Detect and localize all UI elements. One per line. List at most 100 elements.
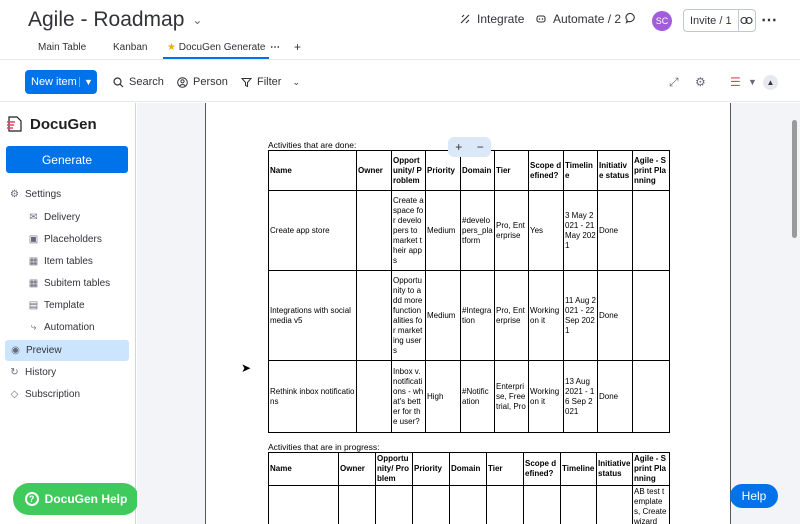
person-label: Person — [193, 76, 228, 88]
board-toolbar: New item ▼ Search Person Filter ⌄ ⤢ ⚙ ☰ … — [0, 62, 800, 102]
header-cell: Domain — [449, 452, 487, 486]
chat-bubble-icon — [625, 12, 635, 24]
table-cell: Enterprise, Free trial, Pro — [494, 360, 529, 433]
help-button[interactable]: Help — [730, 484, 778, 508]
sidebar-item-label: Settings — [25, 189, 62, 200]
search-label: Search — [129, 76, 164, 88]
document-page: Activities that are done: Name Owner Opp… — [205, 103, 731, 524]
docugen-app-icon[interactable]: ☰ — [730, 75, 741, 89]
sidebar-item-delivery[interactable]: ✉ Delivery — [28, 212, 80, 223]
integrate-icon — [460, 14, 470, 24]
header-cell: Initiative status — [597, 150, 633, 191]
table-cell: #Notification — [460, 360, 495, 433]
table-cell: Done — [597, 190, 633, 271]
table-icon: ▦ — [28, 278, 39, 289]
new-item-button[interactable]: New item ▼ — [25, 70, 97, 94]
tab-main-table[interactable]: Main Table — [38, 42, 86, 53]
sidebar-item-history[interactable]: ↻ History — [9, 367, 56, 378]
docugen-help-label: DocuGen Help — [44, 492, 128, 506]
sidebar-item-subitem-tables[interactable]: ▦ Subitem tables — [28, 278, 110, 289]
header-cell: Name — [268, 150, 357, 191]
tab-kanban[interactable]: Kanban — [113, 42, 147, 53]
sidebar-item-label: Delivery — [44, 212, 81, 223]
chevron-down-icon[interactable]: ▼ — [79, 77, 97, 87]
filter-button[interactable]: Filter ⌄ — [241, 76, 300, 88]
view-tabs: Main Table Kanban ★ DocuGen Generate ⋯ + — [0, 38, 800, 60]
more-options-icon[interactable]: ⋯ — [761, 10, 778, 30]
table-cell: Medium — [425, 270, 461, 361]
caption-in-progress: Activities that are in progress: — [268, 442, 380, 452]
updates-button[interactable] — [625, 12, 637, 24]
docugen-help-button[interactable]: ? DocuGen Help — [13, 483, 139, 515]
scrollbar-thumb[interactable] — [792, 120, 797, 238]
sidebar-item-label: Template — [44, 300, 85, 311]
filter-icon — [241, 77, 252, 87]
table-cell: High — [425, 360, 461, 433]
sidebar-item-label: History — [25, 367, 57, 378]
invite-button[interactable]: Invite / 1 — [683, 9, 756, 32]
fullscreen-icon[interactable]: ⤢ — [669, 75, 679, 90]
table-cell — [560, 485, 597, 524]
collapse-header-icon[interactable]: ▲ — [763, 75, 778, 90]
person-filter-button[interactable]: Person — [177, 76, 228, 88]
table-icon: ▦ — [28, 256, 39, 267]
table-cell: 3 May 2021 - 21 May 2021 — [563, 190, 598, 271]
sidebar-item-template[interactable]: ▤ Template — [28, 300, 85, 311]
table-cell — [412, 485, 450, 524]
sidebar-item-label: Subscription — [25, 389, 81, 400]
header-cell: Name — [268, 452, 339, 486]
table-cell: Pro, Enterprise — [494, 270, 529, 361]
table-cell: Done — [597, 270, 633, 361]
table-cell: 13 Aug 2021 - 16 Sep 2021 — [563, 360, 598, 433]
table-cell — [449, 485, 487, 524]
sidebar-item-subscription[interactable]: ◇ Subscription — [9, 389, 80, 400]
automate-label: Automate / 2 — [553, 12, 622, 26]
table-cell: #Integration — [460, 270, 495, 361]
chevron-down-icon[interactable]: ▼ — [748, 77, 757, 87]
header-cell: Priority — [412, 452, 450, 486]
sidebar-item-settings[interactable]: ⚙ Settings — [9, 189, 61, 200]
tab-options-icon[interactable]: ⋯ — [270, 42, 280, 53]
table-cell — [375, 485, 413, 524]
zoom-out-icon[interactable]: − — [477, 140, 484, 154]
history-icon: ↻ — [10, 367, 19, 378]
sidebar-item-label: Placeholders — [44, 234, 102, 245]
chevron-down-icon[interactable]: ⌄ — [292, 77, 300, 88]
header-cell: Agile - Sprint Planning — [632, 150, 670, 191]
search-icon — [113, 76, 124, 87]
board-title[interactable]: Agile - Roadmap ⌄ — [28, 8, 202, 32]
search-button[interactable]: Search — [113, 76, 164, 88]
sidebar-item-item-tables[interactable]: ▦ Item tables — [28, 256, 93, 267]
generate-button[interactable]: Generate — [6, 146, 128, 173]
table-cell — [356, 360, 392, 433]
add-view-icon[interactable]: + — [294, 40, 301, 54]
table-cell — [596, 485, 633, 524]
table-cell — [632, 360, 670, 433]
sidebar-item-placeholders[interactable]: ▣ Placeholders — [28, 234, 102, 245]
table-cell: Working on it — [528, 360, 564, 433]
sidebar-item-automation[interactable]: ⤷ Automation — [28, 322, 95, 333]
done-table: Name Owner Opportunity/ Problem Priority… — [268, 150, 670, 433]
tab-docugen-generate[interactable]: ★ DocuGen Generate — [162, 42, 270, 59]
zoom-in-icon[interactable]: + — [455, 140, 462, 154]
sidebar-item-preview[interactable]: ◉ Preview — [5, 340, 129, 361]
table-cell: Create a space for developers to market … — [391, 190, 426, 271]
tab-docugen-label: DocuGen Generate — [178, 42, 266, 53]
integrate-button[interactable]: Integrate — [459, 12, 524, 26]
table-cell: AB test templates, Create wizard — [632, 485, 670, 524]
invite-label[interactable]: Invite / 1 — [684, 10, 739, 31]
table-cell — [632, 190, 670, 271]
chevron-down-icon[interactable]: ⌄ — [192, 13, 202, 27]
automate-button[interactable]: Automate / 2 — [535, 12, 621, 26]
header-cell: Timeline — [563, 150, 598, 191]
table-cell: Rethink inbox notifications — [268, 360, 357, 433]
avatar[interactable]: SC — [652, 11, 672, 31]
table-cell: #developers_platform — [460, 190, 495, 271]
table-cell: Inbox v. notifications - what's better f… — [391, 360, 426, 433]
mouse-cursor-icon: ➤ — [241, 361, 252, 375]
gear-icon[interactable]: ⚙ — [695, 75, 706, 89]
sidebar-item-label: Preview — [26, 345, 62, 356]
table-cell — [356, 190, 392, 271]
header-cell: Agile - Sprint Planning — [632, 452, 670, 486]
copy-link-icon[interactable] — [739, 16, 755, 25]
